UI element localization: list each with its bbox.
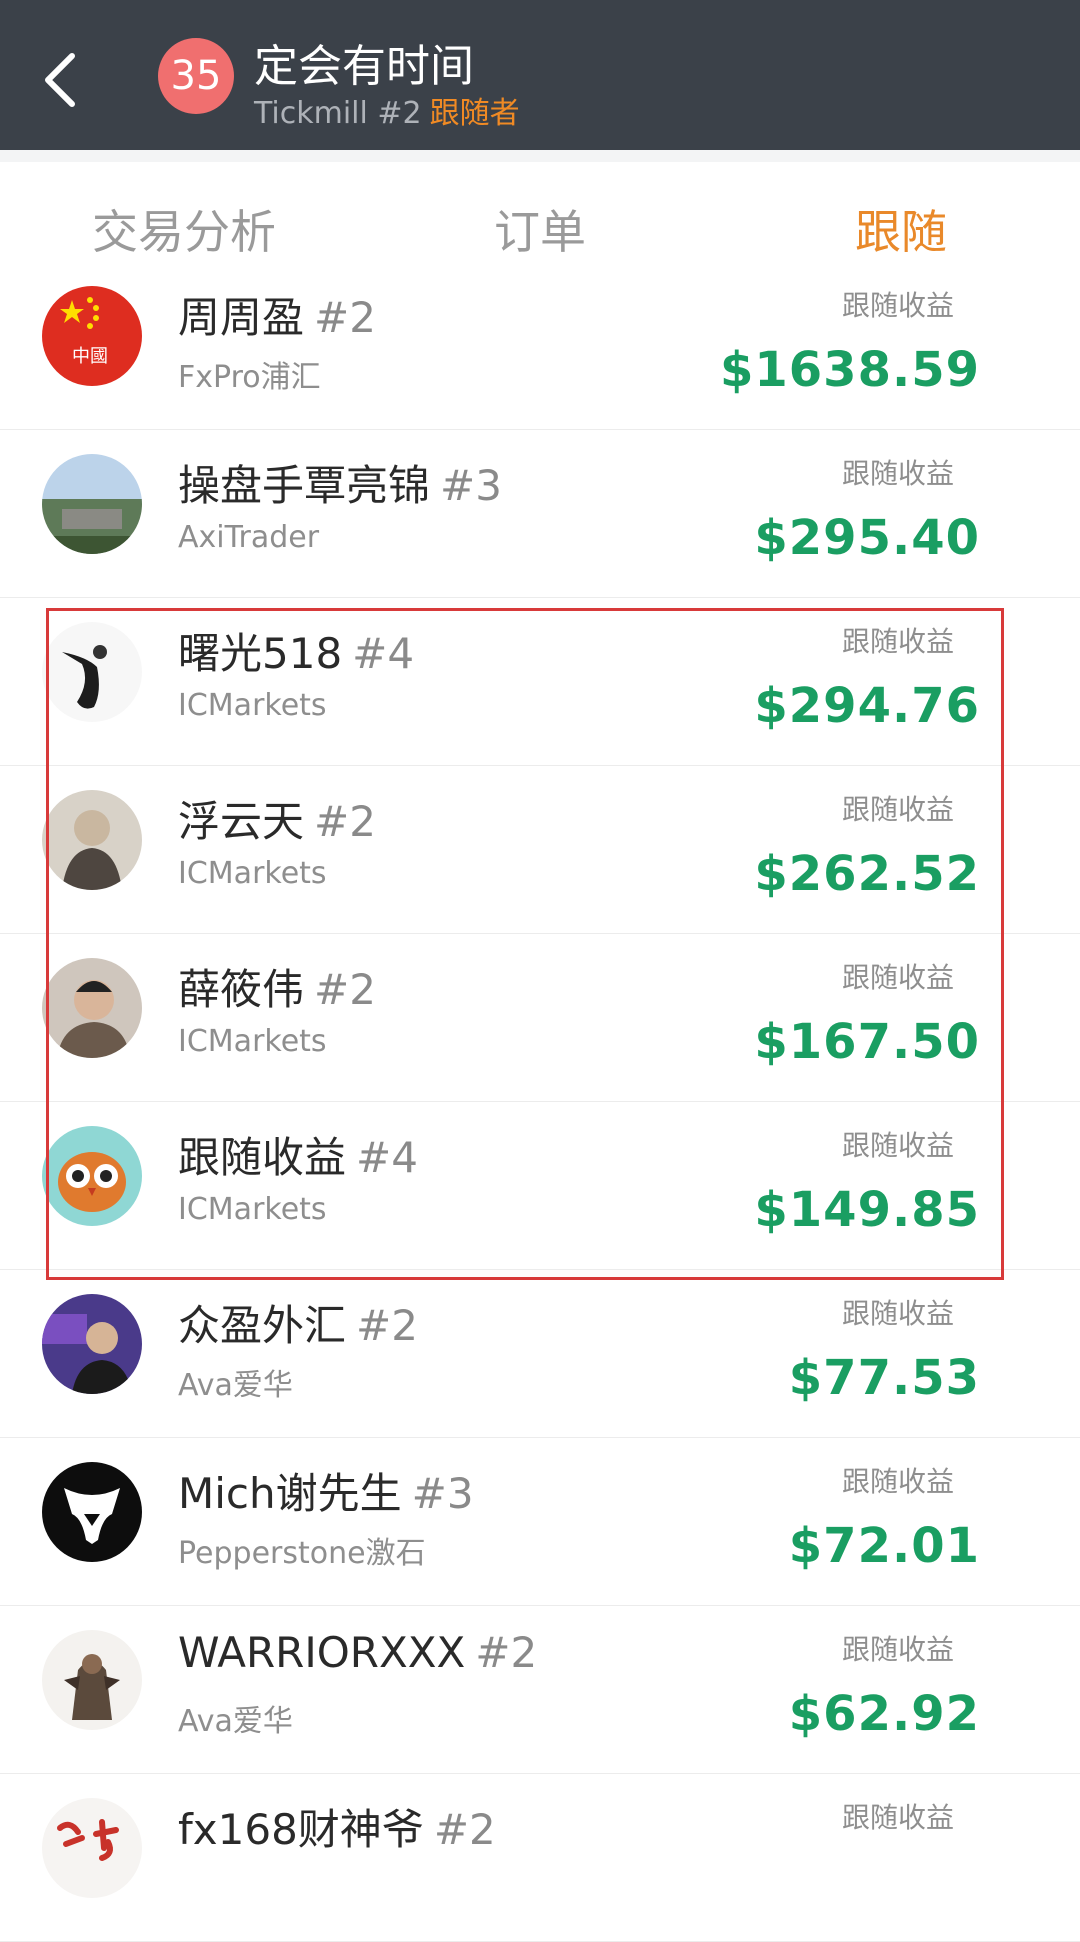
profit-label: 跟随收益 [841,625,954,658]
tab-trade-analysis[interactable]: 交易分析 [92,196,276,262]
avatar: 中國 [42,286,142,386]
app-header: 35 定会有时间 Tickmill #2 跟随者 [0,0,1080,150]
back-icon[interactable] [38,50,88,110]
avatar [42,1798,142,1898]
trader-name: WARRIORXXX #2 [178,1628,538,1677]
trader-name: 薛筱伟 #2 [178,965,376,1014]
trader-name: 操盘手覃亮锦 #3 [178,461,502,510]
account-subtitle: Tickmill #2 跟随者 [254,88,520,132]
list-item[interactable]: 浮云天 #2 ICMarkets 跟随收益 $262.52 [0,766,1080,934]
page-title: 定会有时间 [254,41,474,92]
role-label: 跟随者 [429,96,520,131]
profit-label: 跟随收益 [841,457,954,490]
trader-name: 众盈外汇 #2 [178,1301,418,1350]
profit-label: 跟随收益 [841,793,954,826]
broker-name: Ava爱华 [178,1368,293,1403]
profit-value: $72.01 [788,1518,980,1574]
profit-value: $149.85 [754,1182,980,1238]
avatar [42,790,142,890]
svg-text:中國: 中國 [72,346,108,367]
profit-value: $1638.59 [719,342,980,398]
avatar [42,1630,142,1730]
broker-name: ICMarkets [178,856,327,891]
trader-name: fx168财神爷 #2 [178,1805,496,1854]
broker-name: Pepperstone激石 [178,1536,426,1571]
level-badge: 35 [158,38,234,114]
avatar [42,1126,142,1226]
list-item[interactable]: fx168财神爷 #2 跟随收益 [0,1774,1080,1942]
trader-name: Mich谢先生 #3 [178,1469,474,1518]
profit-value: $294.76 [754,678,980,734]
tab-orders[interactable]: 订单 [494,196,586,262]
profit-value: $62.92 [788,1686,980,1742]
broker-name: AxiTrader [178,520,320,555]
list-item[interactable]: 操盘手覃亮锦 #3 AxiTrader 跟随收益 $295.40 [0,430,1080,598]
tab-bar: 交易分析 订单 跟随 [0,150,1080,262]
profit-value: $167.50 [754,1014,980,1070]
list-item[interactable]: 薛筱伟 #2 ICMarkets 跟随收益 $167.50 [0,934,1080,1102]
trader-name: 浮云天 #2 [178,797,376,846]
profit-label: 跟随收益 [841,1801,954,1834]
avatar [42,1294,142,1394]
broker-name: ICMarkets [178,1024,327,1059]
profit-label: 跟随收益 [841,1633,954,1666]
profit-value: $295.40 [754,510,980,566]
list-item[interactable]: Mich谢先生 #3 Pepperstone激石 跟随收益 $72.01 [0,1438,1080,1606]
account-name: Tickmill #2 [254,96,422,131]
avatar [42,622,142,722]
broker-name: ICMarkets [178,688,327,723]
trader-name: 跟随收益 #4 [178,1133,418,1182]
avatar [42,454,142,554]
avatar [42,1462,142,1562]
follow-list: 中國 周周盈 #2 FxPro浦汇 跟随收益 $1638.59 操盘手覃亮锦 #3 … [0,262,1080,1942]
trader-name: 周周盈 #2 [178,293,376,342]
trader-name: 曙光518 #4 [178,629,415,678]
profit-value: $77.53 [788,1350,980,1406]
list-item[interactable]: 曙光518 #4 ICMarkets 跟随收益 $294.76 [0,598,1080,766]
list-item[interactable]: 众盈外汇 #2 Ava爱华 跟随收益 $77.53 [0,1270,1080,1438]
profit-value: $262.52 [754,846,980,902]
avatar [42,958,142,1058]
profit-label: 跟随收益 [841,1465,954,1498]
list-item[interactable]: WARRIORXXX #2 Ava爱华 跟随收益 $62.92 [0,1606,1080,1774]
broker-name: ICMarkets [178,1192,327,1227]
broker-name: FxPro浦汇 [178,360,321,395]
profit-label: 跟随收益 [841,1129,954,1162]
tab-following[interactable]: 跟随 [855,196,947,262]
list-item[interactable]: 中國 周周盈 #2 FxPro浦汇 跟随收益 $1638.59 [0,262,1080,430]
profit-label: 跟随收益 [841,961,954,994]
broker-name: Ava爱华 [178,1704,293,1739]
profit-label: 跟随收益 [841,1297,954,1330]
list-item[interactable]: 跟随收益 #4 ICMarkets 跟随收益 $149.85 [0,1102,1080,1270]
profit-label: 跟随收益 [841,289,954,322]
